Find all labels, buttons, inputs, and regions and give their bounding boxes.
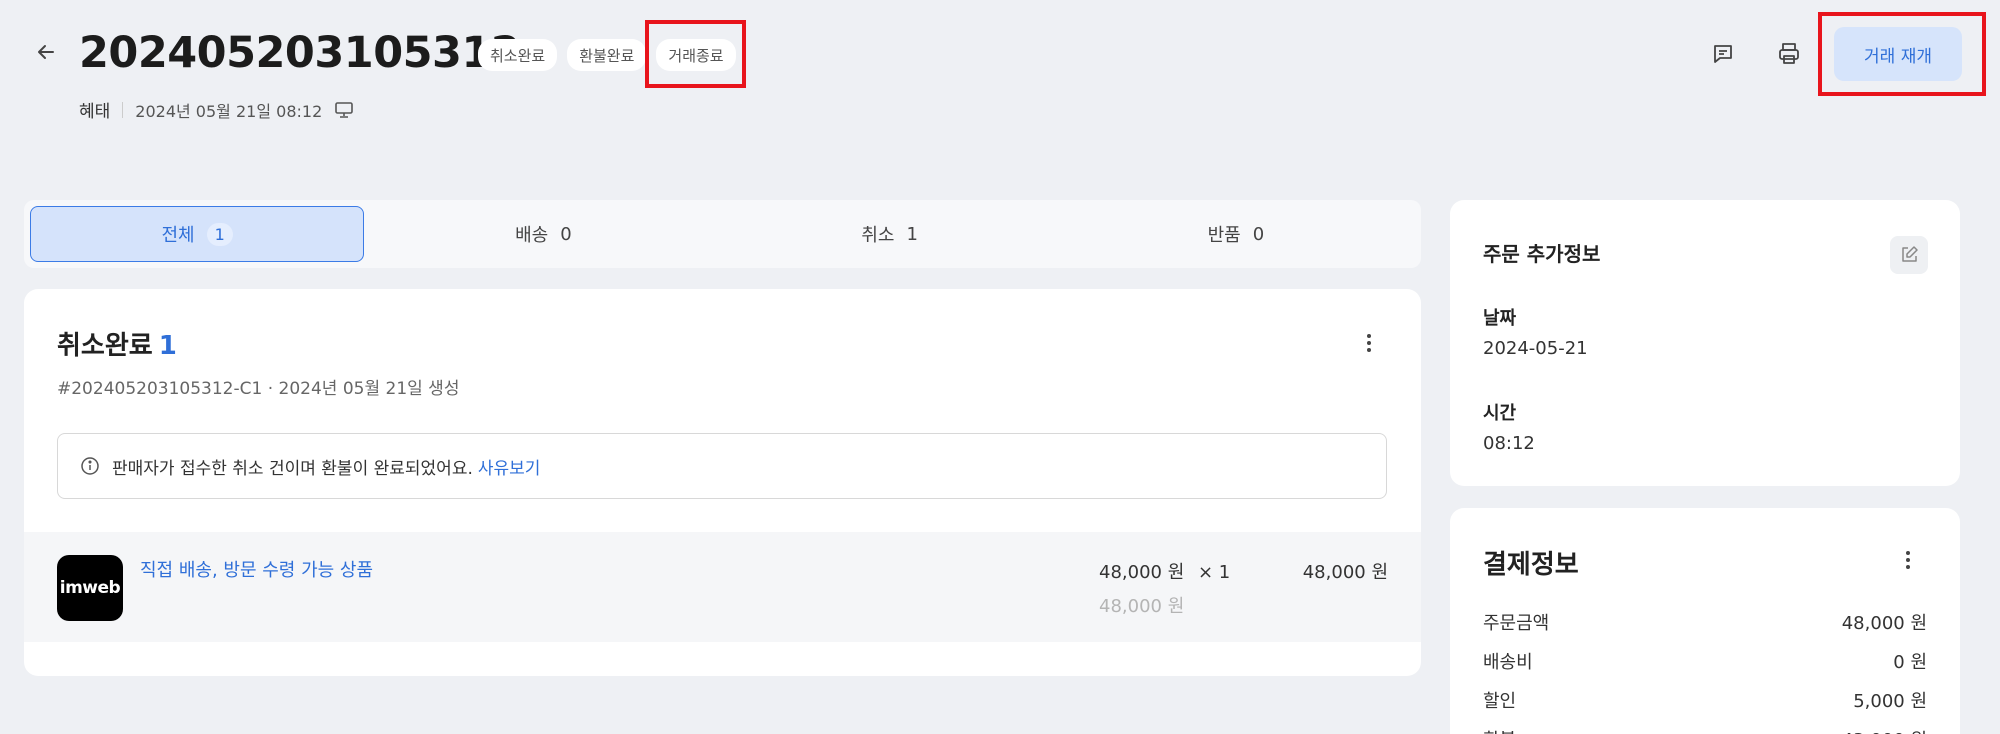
time-label: 시간	[1483, 403, 1517, 424]
payment-row-refund: 환불 43,000 원	[1483, 726, 1927, 734]
divider	[122, 101, 124, 118]
more-options-icon[interactable]	[1359, 329, 1379, 357]
payment-row-discount: 할인 5,000 원	[1483, 687, 1927, 713]
date-value: 2024-05-21	[1483, 338, 1588, 359]
order-datetime: 2024년 05월 21일 08:12	[135, 101, 323, 121]
product-logo: imweb	[57, 555, 123, 621]
tab-count: 1	[906, 223, 918, 245]
highlight-box-resume	[1818, 12, 1986, 96]
original-price: 48,000 원	[1099, 596, 1185, 617]
price-column: 48,000 원 × 1 48,000 원	[1099, 558, 1230, 618]
tab-shipping[interactable]: 배송 0	[376, 206, 710, 262]
payment-label: 배송비	[1483, 652, 1533, 673]
edit-button[interactable]	[1890, 236, 1928, 274]
highlight-box-status	[645, 20, 746, 88]
date-label: 날짜	[1483, 308, 1517, 329]
customer-name: 혜태	[79, 102, 111, 122]
payment-label: 할인	[1483, 691, 1517, 712]
memo-icon[interactable]	[1709, 40, 1737, 68]
payment-title: 결제정보	[1483, 550, 1579, 580]
notice-text: 판매자가 접수한 취소 건이며 환불이 완료되었어요.	[112, 458, 473, 479]
edit-icon	[1902, 246, 1918, 262]
section-count: 1	[158, 331, 177, 361]
tab-count: 0	[1252, 223, 1265, 245]
payment-info-card: 결제정보 주문금액 48,000 원 배송비 0 원 할인 5,000 원 환불…	[1450, 508, 1960, 734]
order-extra-info-card: 주문 추가정보 날짜 2024-05-21 시간 08:12	[1450, 200, 1960, 486]
tab-label: 취소	[861, 225, 895, 246]
order-meta: 혜태 2024년 05월 21일 08:12	[79, 97, 354, 122]
tab-cancel[interactable]: 취소 1	[723, 206, 1057, 262]
info-icon	[81, 457, 99, 475]
unit-price: 48,000 원	[1099, 562, 1185, 583]
unit-price-line: 48,000 원 × 1	[1099, 558, 1230, 584]
order-number: 202405203105312	[79, 28, 521, 78]
status-badge-refunded: 환불완료	[567, 39, 647, 71]
extra-info-title: 주문 추가정보	[1483, 242, 1601, 266]
section-title: 취소완료 1	[57, 325, 177, 362]
time-value: 08:12	[1483, 433, 1535, 454]
monitor-icon	[335, 101, 354, 118]
tab-all[interactable]: 전체 1	[30, 206, 365, 262]
payment-label: 환불	[1483, 726, 1516, 734]
product-name-link[interactable]: 직접 배송, 방문 수령 가능 상품	[140, 556, 373, 582]
tab-bar: 전체 1 배송 0 취소 1 반품 0	[24, 200, 1421, 268]
view-reason-link[interactable]: 사유보기	[478, 454, 541, 479]
tab-label: 반품	[1207, 225, 1241, 246]
tab-count: 1	[206, 222, 233, 246]
order-item-row: imweb 직접 배송, 방문 수령 가능 상품 48,000 원 × 1 48…	[24, 532, 1421, 642]
cancel-complete-card: 취소완료 1 #202405203105312-C1 · 2024년 05월 21…	[24, 289, 1421, 676]
section-subtitle: #202405203105312-C1 · 2024년 05월 21일 생성	[57, 379, 460, 399]
payment-value: 43,000 원	[1842, 726, 1927, 734]
status-badge-cancelled: 취소완료	[478, 39, 558, 71]
quantity: × 1	[1198, 562, 1231, 583]
more-options-icon[interactable]	[1898, 546, 1918, 574]
item-total: 48,000 원	[1302, 562, 1388, 583]
payment-label: 주문금액	[1483, 613, 1550, 634]
back-arrow-icon[interactable]	[34, 40, 58, 64]
tab-count: 0	[560, 223, 572, 245]
payment-value: 48,000 원	[1841, 613, 1927, 634]
payment-row-shipping: 배송비 0 원	[1483, 648, 1927, 674]
tab-label: 배송	[515, 225, 549, 246]
refund-notice: 판매자가 접수한 취소 건이며 환불이 완료되었어요. 사유보기	[57, 433, 1387, 499]
print-icon[interactable]	[1775, 40, 1803, 68]
tab-label: 전체	[161, 225, 195, 246]
section-title-text: 취소완료	[57, 331, 153, 361]
payment-row-order-amount: 주문금액 48,000 원	[1483, 609, 1927, 635]
payment-value: 0 원	[1893, 652, 1927, 673]
payment-value: 5,000 원	[1853, 691, 1927, 712]
tab-return[interactable]: 반품 0	[1069, 206, 1403, 262]
